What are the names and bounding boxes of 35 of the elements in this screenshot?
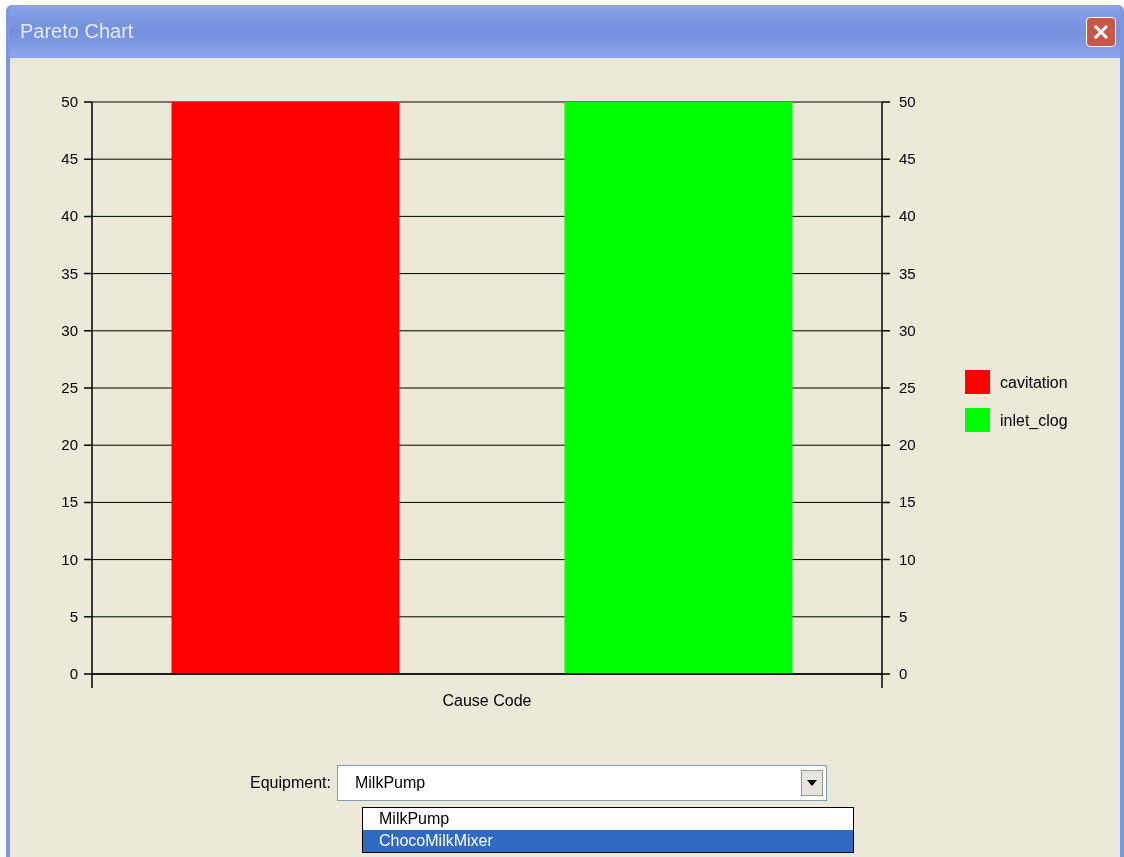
tick-label: 25 — [899, 379, 916, 396]
tick-label: 40 — [61, 207, 78, 225]
tick-label: 15 — [899, 493, 916, 511]
close-button[interactable] — [1086, 16, 1116, 47]
tick-label: 40 — [899, 207, 916, 225]
tick-label: 45 — [61, 150, 78, 168]
legend-label: inlet_clog — [1000, 412, 1068, 429]
tick-label: 5 — [69, 607, 78, 625]
tick-label: 15 — [61, 493, 78, 511]
tick-label: 35 — [899, 264, 916, 282]
tick-label: 0 — [899, 665, 908, 682]
tick-label: 20 — [899, 436, 916, 454]
tick-label: 30 — [899, 321, 916, 339]
tick-label: 25 — [61, 379, 78, 396]
field-label: Equipment: — [250, 774, 331, 792]
tick-label: 50 — [899, 93, 916, 110]
tick-label: 35 — [61, 264, 78, 282]
dropdown-option[interactable]: MilkPump — [363, 808, 853, 830]
tick-label: 5 — [899, 607, 908, 625]
equipment-dropdown[interactable]: MilkPump — [336, 765, 827, 801]
tick-label: 45 — [899, 150, 916, 168]
dropdown-value: MilkPump — [354, 774, 426, 792]
tick-label: 10 — [899, 550, 916, 568]
dropdown-button[interactable] — [800, 770, 823, 796]
legend-label: cavitation — [1000, 374, 1068, 391]
axis-title: Cause Code — [442, 692, 532, 709]
tick-label: 20 — [61, 436, 78, 454]
dropdown-option[interactable]: ChocoMilkMixer — [363, 830, 853, 852]
tick-label: 10 — [61, 550, 78, 568]
caret-icon — [806, 780, 817, 786]
tick-label: 50 — [61, 93, 78, 110]
close-icon — [1092, 22, 1110, 41]
window-title: Pareto Chart — [20, 20, 134, 43]
tick-label: 30 — [61, 321, 78, 339]
tick-label: 0 — [69, 665, 78, 682]
